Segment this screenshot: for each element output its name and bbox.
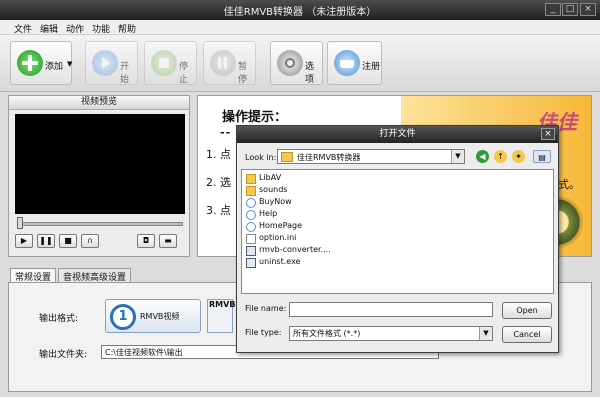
tips-step-2: 2. 选	[206, 176, 231, 189]
play-button[interactable]: ▶	[15, 234, 33, 248]
pause-button[interactable]: 暂停	[203, 41, 256, 85]
options-button[interactable]: 选项	[270, 41, 323, 85]
tips-dash: --	[220, 126, 232, 139]
dialog-title: 打开文件	[237, 126, 558, 143]
tips-heading: 操作提示：	[222, 110, 288, 125]
look-in-label: Look in:	[245, 153, 277, 162]
minimize-button[interactable]: _	[545, 3, 561, 16]
output-folder-label: 输出文件夹:	[39, 350, 88, 360]
exe-file-icon	[246, 246, 256, 256]
dialog-close-button[interactable]: ×	[541, 128, 555, 140]
volume-button[interactable]: ∩	[81, 234, 99, 248]
number-badge: 1	[110, 304, 136, 330]
stop-button-small[interactable]: ■	[59, 234, 77, 248]
pause-icon: ❚❚	[39, 236, 53, 245]
folder-icon: ▬	[164, 236, 172, 245]
play-icon	[92, 50, 118, 76]
stop-icon: ■	[64, 236, 72, 245]
pause-button-small[interactable]: ❚❚	[37, 234, 55, 248]
cancel-button[interactable]: Cancel	[502, 326, 552, 343]
new-folder-icon[interactable]: ✦	[512, 150, 525, 163]
tab-advanced[interactable]: 音视频高级设置	[58, 268, 132, 283]
view-menu-icon[interactable]: ▤	[533, 150, 551, 163]
gear-icon	[277, 50, 303, 76]
chevron-down-icon[interactable]: ▼	[479, 327, 492, 340]
menu-file[interactable]: 文件	[14, 22, 32, 35]
camera-icon: ◘	[142, 236, 150, 245]
register-button[interactable]: 注册	[327, 41, 382, 85]
menu-help[interactable]: 帮助	[118, 22, 136, 35]
ini-file-icon	[246, 234, 256, 244]
file-type-select[interactable]: 所有文件格式 (*.*) ▼	[289, 326, 493, 341]
folder-icon	[246, 174, 256, 184]
preview-title: 视频预览	[9, 96, 189, 110]
seek-handle[interactable]	[17, 217, 23, 229]
start-button[interactable]: 开始	[85, 41, 138, 85]
snapshot-button[interactable]: ◘	[137, 234, 155, 248]
tips-tail-text: 式。	[558, 178, 580, 191]
pause-icon	[210, 50, 236, 76]
format-rmvb-button[interactable]: 1 RMVB视频	[105, 299, 201, 333]
look-in-select[interactable]: 佳佳RMVB转换器 ▼	[277, 149, 465, 164]
open-folder-button[interactable]: ▬	[159, 234, 177, 248]
menu-bar: 文件 编辑 动作 功能 帮助	[0, 20, 600, 35]
maximize-button[interactable]: □	[562, 3, 578, 16]
stop-icon	[151, 50, 177, 76]
close-button[interactable]: ×	[580, 3, 596, 16]
web-page-icon	[246, 210, 256, 220]
folder-icon	[281, 152, 293, 162]
exe-file-icon	[246, 258, 256, 268]
menu-action[interactable]: 动作	[66, 22, 84, 35]
tips-step-1: 1. 点	[206, 148, 231, 161]
window-title: 佳佳RMVB转换器 （未注册版本）	[223, 7, 377, 18]
up-folder-icon[interactable]: ↑	[494, 150, 507, 163]
format-label: RMVB视频	[140, 312, 180, 321]
title-bar: 佳佳RMVB转换器 （未注册版本） _ □ ×	[0, 0, 600, 20]
menu-function[interactable]: 功能	[92, 22, 110, 35]
toolbar: 添加 ▼ 开始 停止 暂停 选项 注册	[0, 35, 600, 92]
file-name-label: File name:	[245, 304, 287, 313]
stop-button[interactable]: 停止	[144, 41, 197, 85]
format-second-button[interactable]: RMVB	[207, 299, 235, 333]
file-name-input[interactable]	[289, 302, 493, 317]
menu-edit[interactable]: 编辑	[40, 22, 58, 35]
output-format-label: 输出格式:	[39, 314, 79, 324]
file-type-label: File type:	[245, 328, 282, 337]
open-button[interactable]: Open	[502, 302, 552, 319]
web-page-icon	[246, 198, 256, 208]
plus-icon	[17, 50, 43, 76]
seek-bar[interactable]	[17, 222, 183, 226]
tab-general[interactable]: 常规设置	[10, 268, 57, 283]
basket-icon	[334, 50, 360, 76]
chevron-down-icon[interactable]: ▼	[67, 60, 72, 68]
play-icon: ▶	[20, 236, 28, 245]
open-file-dialog: 打开文件 × Look in: 佳佳RMVB转换器 ▼ ◀ ↑ ✦ ▤ LibA…	[236, 125, 559, 353]
video-screen	[15, 114, 185, 214]
headphone-icon: ∩	[87, 236, 93, 245]
tips-step-3: 3. 点	[206, 204, 231, 217]
chevron-down-icon[interactable]: ▼	[451, 150, 464, 163]
video-preview-panel: 视频预览 ▶ ❚❚ ■ ∩ ◘ ▬	[8, 95, 190, 257]
back-icon[interactable]: ◀	[476, 150, 489, 163]
web-page-icon	[246, 222, 256, 232]
folder-icon	[246, 186, 256, 196]
file-list: LibAV sounds BuyNow Help HomePage option…	[241, 169, 554, 294]
add-button[interactable]: 添加 ▼	[10, 41, 72, 85]
